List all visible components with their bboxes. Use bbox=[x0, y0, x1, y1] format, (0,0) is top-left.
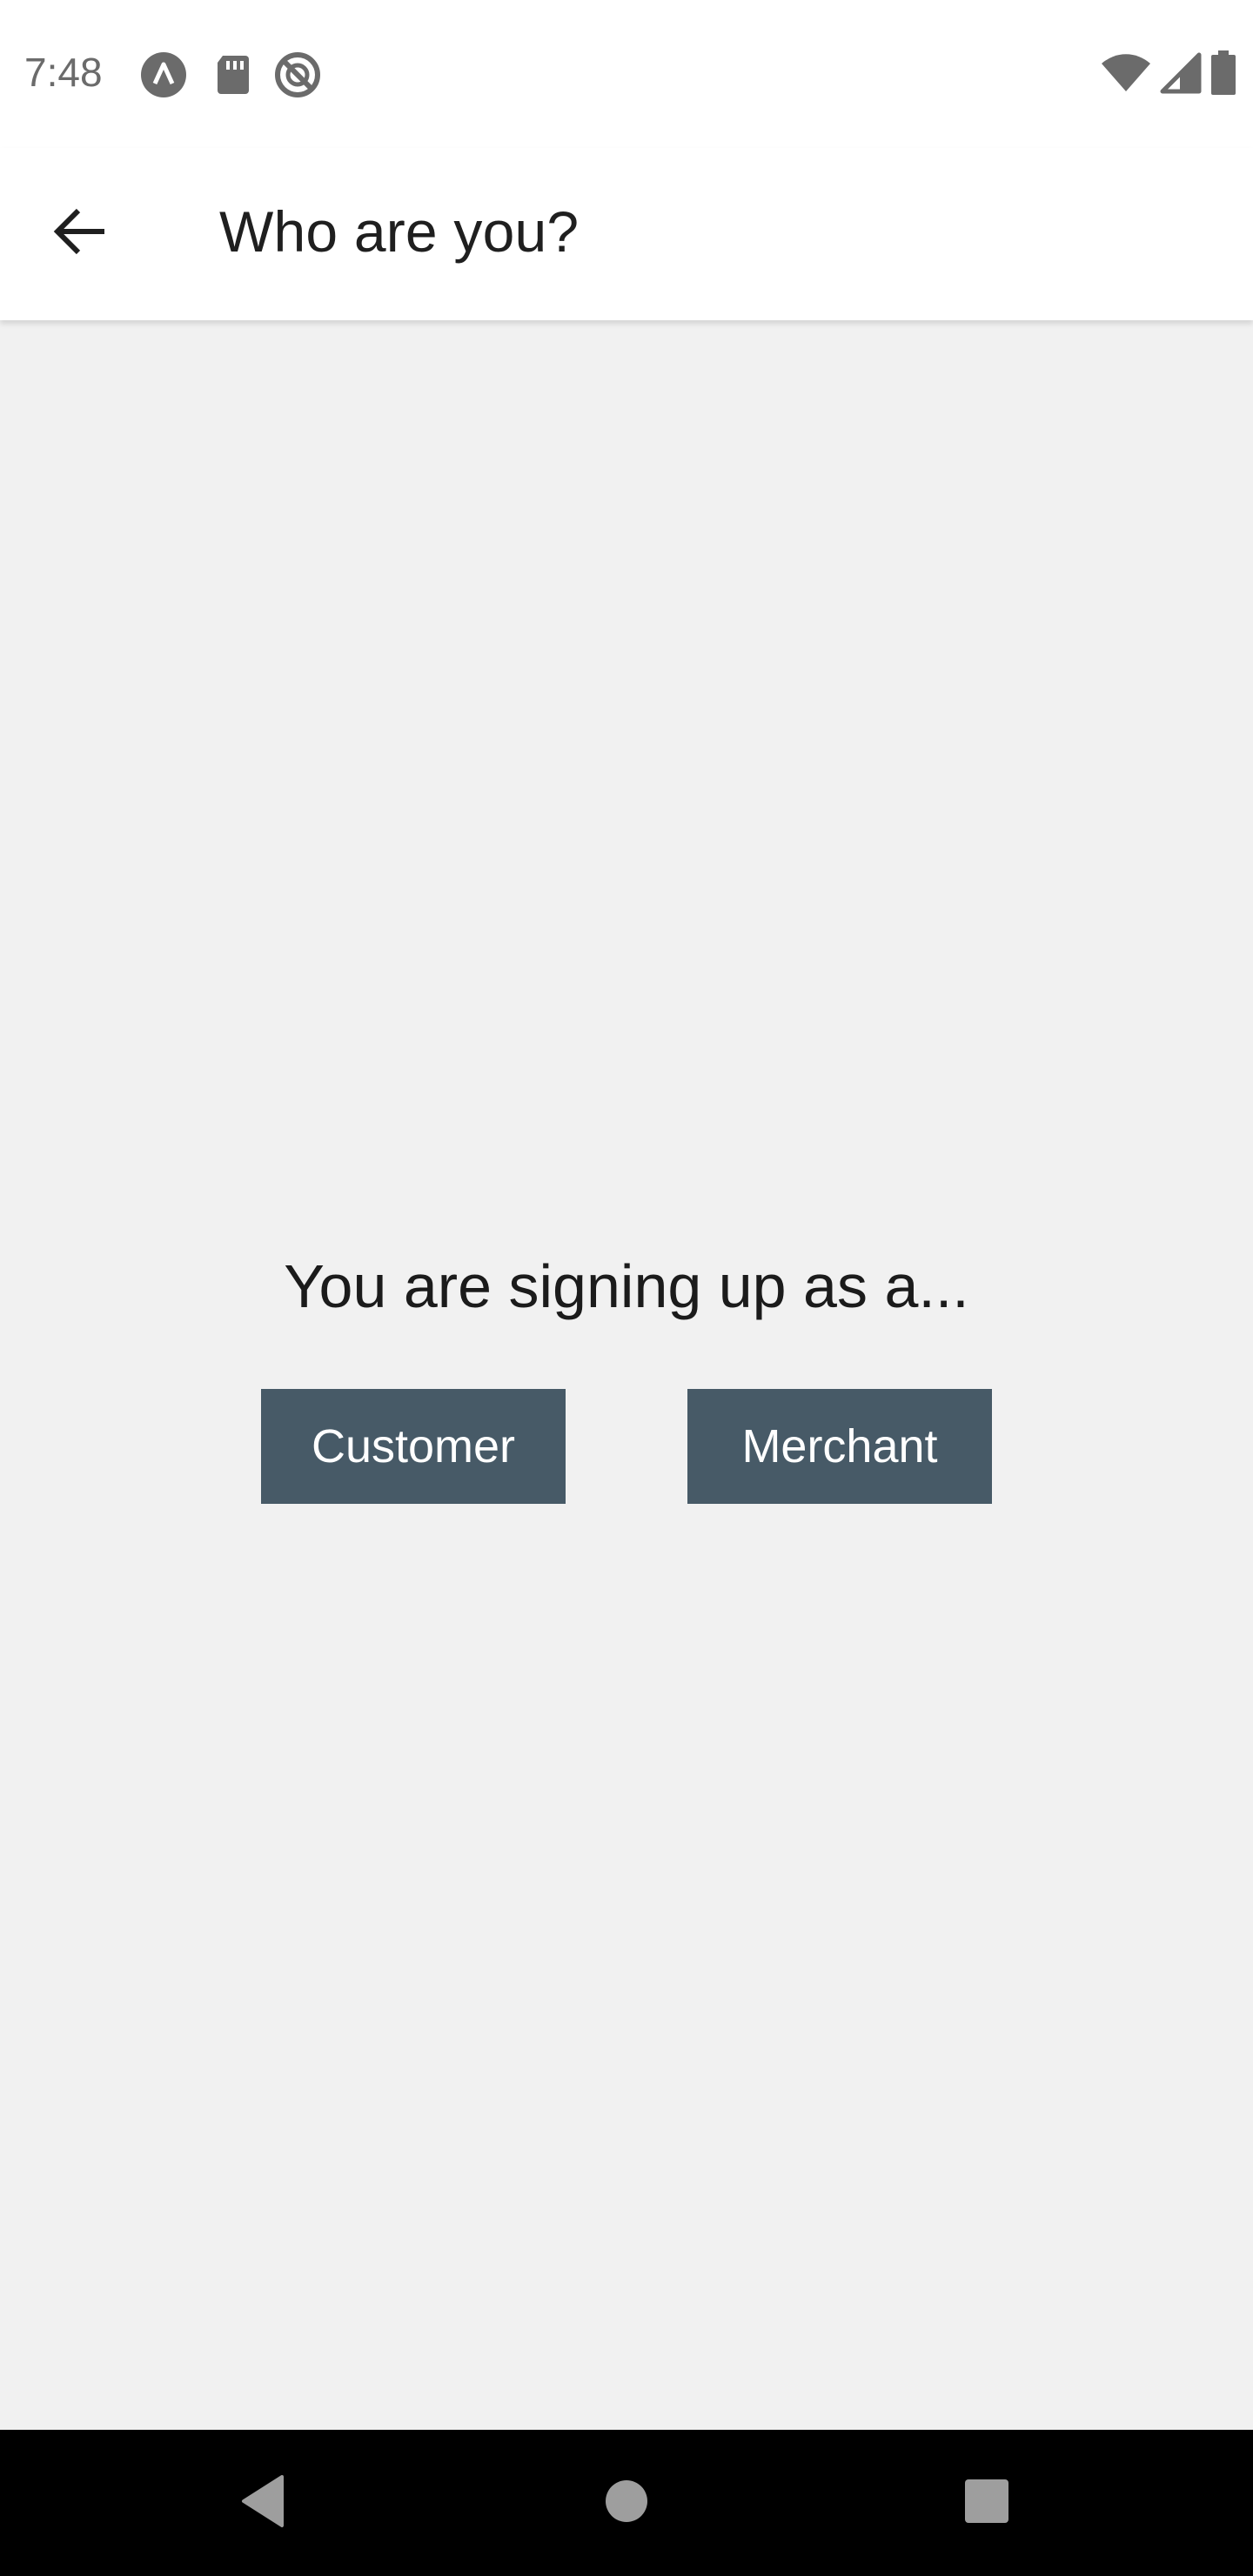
sd-card-icon bbox=[209, 50, 258, 99]
app-bar: Who are you? bbox=[0, 148, 1253, 320]
no-disturb-icon bbox=[273, 50, 322, 99]
autofill-icon bbox=[139, 50, 188, 99]
signup-prompt: You are signing up as a... bbox=[284, 1252, 969, 1320]
merchant-button[interactable]: Merchant bbox=[687, 1389, 992, 1504]
main-content: You are signing up as a... Customer Merc… bbox=[0, 320, 1253, 2430]
wifi-icon bbox=[1100, 51, 1152, 99]
home-circle-icon bbox=[602, 2477, 651, 2530]
back-triangle-icon bbox=[238, 2473, 287, 2533]
nav-recents-button[interactable] bbox=[943, 2459, 1030, 2546]
back-button[interactable] bbox=[37, 190, 124, 277]
status-bar: 7:48 bbox=[0, 0, 1253, 148]
nav-home-button[interactable] bbox=[583, 2459, 670, 2546]
recents-square-icon bbox=[962, 2477, 1011, 2530]
screen: 7:48 Who are you? You are signing up as … bbox=[0, 0, 1253, 2576]
arrow-back-icon bbox=[52, 204, 108, 264]
customer-button[interactable]: Customer bbox=[261, 1389, 566, 1504]
signal-icon bbox=[1159, 51, 1203, 99]
status-right-icons bbox=[1100, 50, 1237, 99]
nav-back-button[interactable] bbox=[219, 2459, 306, 2546]
status-time: 7:48 bbox=[24, 50, 103, 95]
battery-icon bbox=[1209, 50, 1237, 100]
page-title: Who are you? bbox=[219, 199, 580, 264]
nav-bar bbox=[0, 2430, 1253, 2576]
